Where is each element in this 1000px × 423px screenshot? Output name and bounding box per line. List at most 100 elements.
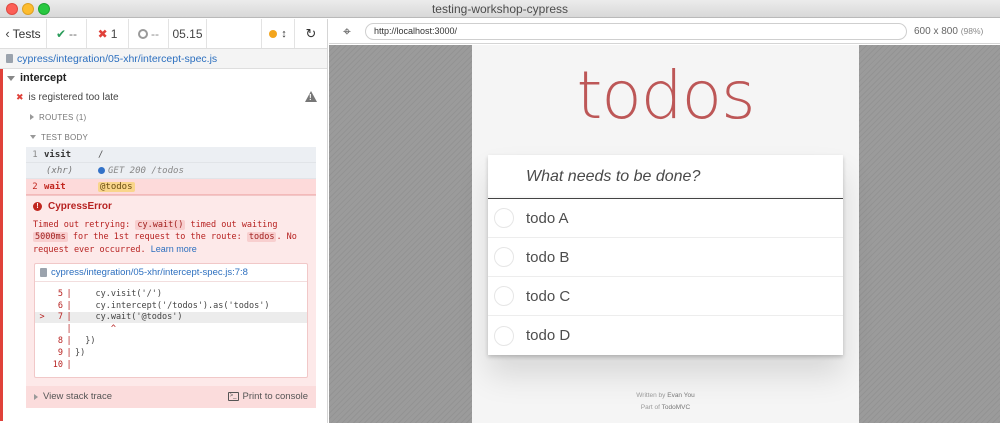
print-to-console-button[interactable]: >_ Print to console bbox=[227, 391, 308, 402]
todo-label: todo D bbox=[526, 327, 571, 344]
command-name: (xhr) bbox=[46, 165, 74, 176]
written-by: Written by Evan You bbox=[472, 390, 859, 402]
status-dot-icon bbox=[269, 29, 278, 38]
aut-stage: todos What needs to be done? todo A todo… bbox=[329, 45, 1000, 423]
hook-test-body[interactable]: TEST BODY bbox=[30, 127, 327, 147]
line-code: }) bbox=[75, 336, 96, 347]
selector-playground-button[interactable]: ⌖ bbox=[329, 23, 365, 40]
error-text: for the 1st request to the route: bbox=[67, 232, 247, 242]
code-line: 5 | cy.visit('/') bbox=[35, 288, 307, 300]
duration: 05.15 bbox=[169, 19, 207, 48]
todo-item[interactable]: todo A bbox=[488, 199, 843, 238]
scroll-arrows-icon: ↕ bbox=[281, 27, 287, 40]
warning-icon[interactable]: ! bbox=[305, 91, 317, 102]
written-by-prefix: Written by bbox=[636, 392, 668, 399]
line-number: 8 bbox=[57, 336, 63, 347]
error-text: timed out waiting bbox=[185, 220, 278, 230]
error-text: Timed out retrying: bbox=[33, 220, 136, 230]
todo-item[interactable]: todo D bbox=[488, 316, 843, 355]
x-icon: ✖ bbox=[16, 91, 24, 102]
error-header: ! CypressError bbox=[26, 196, 316, 216]
part-of-prefix: Part of bbox=[640, 404, 662, 411]
viewport-info[interactable]: 600 x 800 (98%) bbox=[914, 26, 983, 37]
line-number: 7 bbox=[57, 312, 63, 323]
todo-toggle[interactable] bbox=[494, 247, 514, 267]
suite-header[interactable]: intercept bbox=[0, 69, 327, 87]
todo-item[interactable]: todo C bbox=[488, 277, 843, 316]
spec-path[interactable]: cypress/integration/05-xhr/intercept-spe… bbox=[17, 53, 217, 65]
caret-down-icon bbox=[30, 135, 36, 139]
hook-test-body-label: TEST BODY bbox=[41, 132, 88, 142]
project-link[interactable]: TodoMVC bbox=[662, 404, 691, 411]
line-arrow: > bbox=[39, 312, 45, 323]
code-frame: cypress/integration/05-xhr/intercept-spe… bbox=[34, 263, 308, 378]
part-of: Part of TodoMVC bbox=[472, 402, 859, 414]
rerun-button[interactable]: ↻ bbox=[295, 19, 327, 48]
app-footer-info: Written by Evan You Part of TodoMVC bbox=[472, 390, 859, 414]
author-link[interactable]: Evan You bbox=[667, 392, 694, 399]
todo-toggle[interactable] bbox=[494, 208, 514, 228]
learn-more-link[interactable]: Learn more bbox=[151, 244, 197, 254]
url-bar: ⌖ http://localhost:3000/ 600 x 800 (98%) bbox=[329, 19, 1000, 44]
line-number: 5 bbox=[57, 288, 63, 299]
code-line: 8 | }) bbox=[35, 335, 307, 347]
line-bar: | bbox=[66, 324, 72, 335]
line-bar: | bbox=[66, 336, 72, 347]
command-name: wait bbox=[44, 181, 66, 192]
line-bar: | bbox=[66, 288, 72, 299]
code-line: 10 | bbox=[35, 359, 307, 371]
todo-label: todo C bbox=[526, 287, 571, 305]
view-stack-trace-toggle[interactable]: View stack trace bbox=[34, 391, 112, 402]
command-row[interactable]: 1 visit / bbox=[26, 147, 316, 163]
failed-count: ✖ 1 bbox=[87, 19, 129, 48]
command-name: visit bbox=[44, 149, 72, 160]
test-header[interactable]: ✖ is registered too late bbox=[0, 87, 327, 107]
command-number: 1 bbox=[32, 149, 38, 160]
caret-down-icon bbox=[7, 75, 15, 81]
file-icon bbox=[40, 268, 47, 277]
hook-routes-label: ROUTES (1) bbox=[39, 112, 87, 122]
test-title: is registered too late bbox=[28, 91, 119, 103]
failed-value: 1 bbox=[110, 26, 118, 41]
refresh-icon: ↻ bbox=[305, 25, 317, 41]
stats-spacer bbox=[207, 19, 261, 48]
crosshair-icon: ⌖ bbox=[343, 22, 351, 39]
tests-button[interactable]: ‹ Tests bbox=[0, 19, 47, 48]
code-frame-file[interactable]: cypress/integration/05-xhr/intercept-spe… bbox=[35, 264, 307, 282]
terminal-icon: >_ bbox=[227, 392, 239, 402]
error-code: todos bbox=[246, 232, 277, 242]
reporter-panel: ‹ Tests ✔ -- ✖ 1 -- 05.15 ↕ ↻ cypress/in… bbox=[0, 19, 328, 423]
app-preview: ⌖ http://localhost:3000/ 600 x 800 (98%)… bbox=[329, 19, 1000, 423]
new-todo-input[interactable]: What needs to be done? bbox=[488, 155, 843, 199]
alias-badge: @todos bbox=[98, 181, 135, 192]
todo-label: todo B bbox=[526, 248, 570, 266]
todo-toggle[interactable] bbox=[494, 286, 514, 306]
todo-item[interactable]: todo B bbox=[488, 238, 843, 277]
todo-toggle[interactable] bbox=[494, 325, 514, 346]
viewport-size: 600 x 800 bbox=[914, 25, 958, 37]
error-footer: View stack trace >_ Print to console bbox=[26, 385, 316, 408]
file-icon bbox=[6, 54, 13, 63]
error-name: CypressError bbox=[48, 200, 112, 212]
error-message: Timed out retrying: cy.wait() timed out … bbox=[26, 216, 316, 256]
todo-list-panel: What needs to be done? todo A todo B tod… bbox=[488, 155, 843, 355]
caret-right-icon bbox=[34, 393, 38, 400]
view-stack-trace-label: View stack trace bbox=[43, 391, 112, 403]
spec-file-bar[interactable]: cypress/integration/05-xhr/intercept-spe… bbox=[0, 49, 327, 69]
stats-bar: ‹ Tests ✔ -- ✖ 1 -- 05.15 ↕ ↻ bbox=[0, 19, 327, 49]
pending-count: -- bbox=[129, 19, 169, 48]
failed-rail bbox=[0, 69, 3, 421]
command-number: 2 bbox=[32, 181, 38, 192]
check-icon: ✔ bbox=[55, 26, 67, 41]
command-row[interactable]: (xhr) GET 200 /todos bbox=[26, 163, 316, 179]
command-row-failed[interactable]: 2 wait @todos bbox=[26, 179, 316, 195]
code-line: | ^ bbox=[35, 323, 307, 335]
line-code: }) bbox=[75, 347, 86, 358]
suite-title: intercept bbox=[20, 72, 67, 84]
code-frame-path[interactable]: cypress/integration/05-xhr/intercept-spe… bbox=[51, 267, 248, 278]
line-number: 6 bbox=[57, 300, 63, 311]
hook-routes[interactable]: ROUTES (1) bbox=[30, 107, 327, 127]
url-field[interactable]: http://localhost:3000/ bbox=[365, 22, 907, 40]
line-bar: | bbox=[66, 347, 72, 358]
auto-scroll-toggle[interactable]: ↕ bbox=[261, 19, 295, 48]
